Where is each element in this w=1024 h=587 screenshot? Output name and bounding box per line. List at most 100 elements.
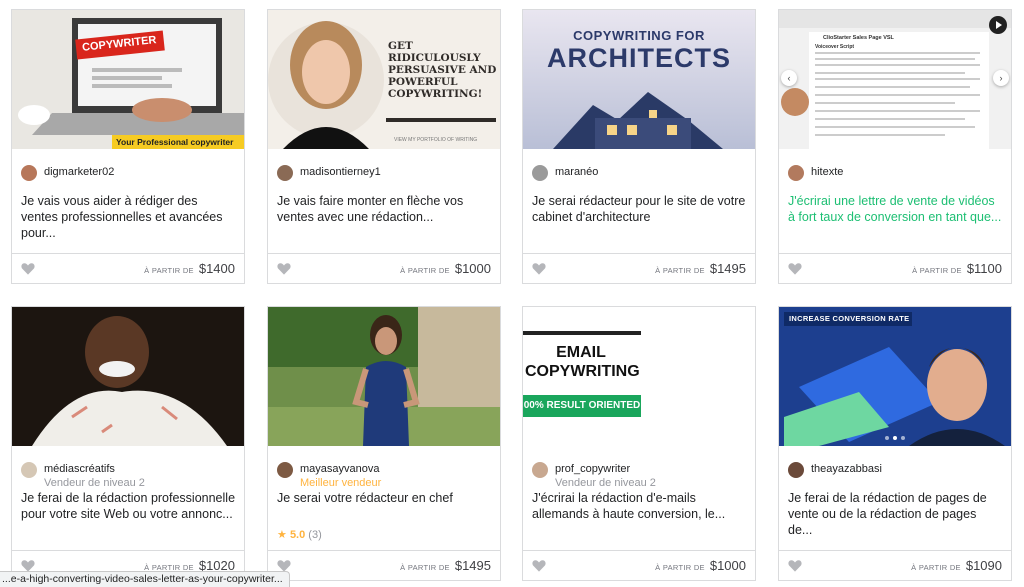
gig-title[interactable]: Je vais vous aider à rédiger des ventes … xyxy=(21,193,237,241)
carousel-dots[interactable] xyxy=(885,436,905,440)
image-caption: 00% RESULT ORIENTED xyxy=(523,400,641,411)
gig-title[interactable]: Je ferai de la rédaction de pages de ven… xyxy=(788,490,1004,538)
seller-info: digmarketer02 xyxy=(21,162,114,181)
seller-level: Vendeur de niveau 2 xyxy=(555,477,656,489)
gig-image[interactable]: COPYWRITER Your Professional copywriter xyxy=(12,10,244,149)
image-caption: Voiceover Script xyxy=(815,44,855,50)
seller-name[interactable]: hitexte xyxy=(811,165,843,179)
gig-image[interactable]: INCREASE CONVERSION RATE xyxy=(779,307,1011,446)
gig-footer: À PARTIR DE $1090 xyxy=(779,550,1011,580)
avatar[interactable] xyxy=(532,165,548,181)
image-headline: INCREASE CONVERSION RATE xyxy=(789,314,910,323)
gig-title[interactable]: J'écrirai une lettre de vente de vidéos … xyxy=(788,193,1004,225)
price-amount: $1400 xyxy=(198,261,235,276)
gig-image[interactable]: COPYWRITING FOR ARCHITECTS xyxy=(523,10,755,149)
seller-name[interactable]: theayazabbasi xyxy=(811,462,882,476)
price: À PARTIR DE $1400 xyxy=(144,261,235,276)
star-icon: ★ xyxy=(277,529,287,541)
heart-icon[interactable] xyxy=(21,262,35,275)
avatar[interactable] xyxy=(21,165,37,181)
image-caption: Your Professional copywriter xyxy=(116,137,234,147)
price-amount: $1000 xyxy=(454,261,491,276)
price-amount: $1100 xyxy=(966,261,1002,276)
image-headline: EMAIL COPYWRITING xyxy=(525,344,640,380)
price-amount: $1090 xyxy=(965,558,1002,573)
seller-info: theayazabbasi xyxy=(788,459,882,478)
gig-footer: À PARTIR DE $1100 xyxy=(779,253,1011,283)
gig-card[interactable]: COPYWRITING FOR ARCHITECTS maranéo Je se… xyxy=(522,9,756,284)
play-icon[interactable] xyxy=(989,16,1007,34)
gig-image[interactable]: EMAIL COPYWRITING 00% RESULT ORIENTED xyxy=(523,307,755,446)
price: À PARTIR DE $1000 xyxy=(400,261,491,276)
seller-info: mayasayvanova Meilleur vendeur xyxy=(277,459,381,490)
gig-footer: À PARTIR DE $1400 xyxy=(12,253,244,283)
gig-card[interactable]: INCREASE CONVERSION RATE theayazabbasi J… xyxy=(778,306,1012,581)
rating-count: (3) xyxy=(308,529,322,541)
seller-name[interactable]: mayasayvanova xyxy=(300,462,381,476)
price-prefix: À PARTIR DE xyxy=(912,266,962,275)
gig-card[interactable]: COPYWRITER Your Professional copywriter … xyxy=(11,9,245,284)
image-caption: ARCHITECTS xyxy=(547,43,731,73)
price-amount: $1495 xyxy=(454,558,491,573)
seller-name[interactable]: madisontierney1 xyxy=(300,165,381,179)
seller-info: prof_copywriter Vendeur de niveau 2 xyxy=(532,459,656,490)
rating-score: 5.0 xyxy=(289,529,306,541)
gig-card[interactable]: médiascréatifs Vendeur de niveau 2 Je fe… xyxy=(11,306,245,581)
price-prefix: À PARTIR DE xyxy=(400,266,450,275)
seller-level: Vendeur de niveau 2 xyxy=(44,477,145,489)
gig-card[interactable]: GET RIDICULOUSLY PERSUASIVE AND POWERFUL… xyxy=(267,9,501,284)
gig-card[interactable]: ClioStarter Sales Page VSL Voiceover Scr… xyxy=(778,9,1012,284)
price-prefix: À PARTIR DE xyxy=(144,266,194,275)
gig-title[interactable]: Je vais faire monter en flèche vos vente… xyxy=(277,193,493,225)
status-bar-url: ...e-a-high-converting-video-sales-lette… xyxy=(0,571,290,587)
gig-image[interactable] xyxy=(268,307,500,446)
price-prefix: À PARTIR DE xyxy=(400,563,450,572)
gig-footer: À PARTIR DE $1495 xyxy=(523,253,755,283)
price-prefix: À PARTIR DE xyxy=(655,266,705,275)
gig-card[interactable]: EMAIL COPYWRITING 00% RESULT ORIENTED pr… xyxy=(522,306,756,581)
seller-info: maranéo xyxy=(532,162,598,181)
image-headline: GET RIDICULOUSLY PERSUASIVE AND POWERFUL… xyxy=(388,40,497,100)
price-amount: $1495 xyxy=(709,261,746,276)
avatar[interactable] xyxy=(532,462,548,478)
heart-icon[interactable] xyxy=(788,262,802,275)
gig-card[interactable]: mayasayvanova Meilleur vendeur Je serai … xyxy=(267,306,501,581)
image-caption: VIEW MY PORTFOLIO OF WRITING xyxy=(394,137,478,143)
seller-name[interactable]: maranéo xyxy=(555,165,598,179)
price: À PARTIR DE $1495 xyxy=(655,261,746,276)
avatar[interactable] xyxy=(788,462,804,478)
gig-image[interactable]: ClioStarter Sales Page VSL Voiceover Scr… xyxy=(779,10,1011,149)
price-amount: $1000 xyxy=(709,558,746,573)
gig-title[interactable]: J'écrirai la rédaction d'e-mails alleman… xyxy=(532,490,748,522)
seller-name[interactable]: digmarketer02 xyxy=(44,165,114,179)
gig-footer: À PARTIR DE $1495 xyxy=(268,550,500,580)
rating: ★ 5.0 (3) xyxy=(277,528,322,541)
heart-icon[interactable] xyxy=(532,262,546,275)
seller-name[interactable]: prof_copywriter xyxy=(555,462,656,476)
price: À PARTIR DE $1100 xyxy=(912,261,1002,276)
heart-icon[interactable] xyxy=(532,559,546,572)
heart-icon[interactable] xyxy=(788,559,802,572)
gig-title[interactable]: Je serai rédacteur pour le site de votre… xyxy=(532,193,748,225)
price: À PARTIR DE $1090 xyxy=(911,558,1002,573)
chevron-right-icon[interactable]: › xyxy=(993,70,1009,86)
gig-footer: À PARTIR DE $1000 xyxy=(523,550,755,580)
heart-icon[interactable] xyxy=(277,262,291,275)
gig-image[interactable]: GET RIDICULOUSLY PERSUASIVE AND POWERFUL… xyxy=(268,10,500,149)
avatar[interactable] xyxy=(277,165,293,181)
seller-level: Meilleur vendeur xyxy=(300,477,382,489)
price: À PARTIR DE $1495 xyxy=(400,558,491,573)
avatar[interactable] xyxy=(788,165,804,181)
price-prefix: À PARTIR DE xyxy=(655,563,705,572)
avatar[interactable] xyxy=(21,462,37,478)
price: À PARTIR DE $1000 xyxy=(655,558,746,573)
seller-info: médiascréatifs Vendeur de niveau 2 xyxy=(21,459,145,490)
gig-footer: À PARTIR DE $1000 xyxy=(268,253,500,283)
avatar[interactable] xyxy=(277,462,293,478)
gig-image[interactable] xyxy=(12,307,244,446)
gig-title[interactable]: Je serai votre rédacteur en chef xyxy=(277,490,493,506)
image-headline: ClioStarter Sales Page VSL xyxy=(823,35,894,41)
gig-title[interactable]: Je ferai de la rédaction professionnelle… xyxy=(21,490,237,522)
seller-name[interactable]: médiascréatifs xyxy=(44,462,145,476)
chevron-left-icon[interactable]: ‹ xyxy=(781,70,797,86)
